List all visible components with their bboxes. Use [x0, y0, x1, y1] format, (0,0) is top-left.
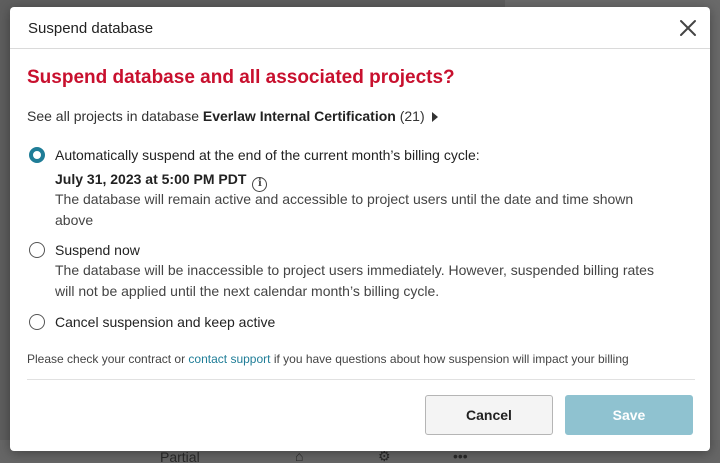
dialog-title: Suspend database: [28, 20, 154, 37]
save-button[interactable]: Save: [565, 395, 693, 435]
radio-auto-suspend[interactable]: [29, 147, 45, 163]
option-keep-active-label[interactable]: Cancel suspension and keep active: [55, 314, 275, 330]
billing-footnote: Please check your contract or contact su…: [27, 352, 629, 366]
footer-divider: [27, 379, 695, 380]
db-line-prefix: See all projects in database: [27, 108, 199, 124]
option-suspend-now-description: The database will be inaccessible to pro…: [55, 262, 654, 299]
project-count: (21): [399, 108, 425, 124]
expand-caret-icon[interactable]: [431, 112, 438, 122]
option-auto-suspend-description: The database will remain active and acce…: [55, 191, 634, 228]
contact-support-link[interactable]: contact support: [188, 352, 270, 366]
cancel-button[interactable]: Cancel: [425, 395, 553, 435]
close-icon[interactable]: [676, 16, 700, 40]
background-row-text: Partial: [160, 449, 200, 463]
radio-keep-active[interactable]: [29, 314, 45, 330]
option-suspend-now-label[interactable]: Suspend now: [55, 242, 140, 258]
database-name: Everlaw Internal Certification: [202, 108, 396, 124]
radio-suspend-now[interactable]: [29, 242, 45, 258]
database-projects-line: See all projects in database Everlaw Int…: [27, 108, 438, 124]
dialog-heading: Suspend database and all associated proj…: [27, 67, 455, 88]
suspend-database-dialog: Suspend database Suspend database and al…: [10, 7, 710, 451]
dialog-header: Suspend database: [10, 7, 710, 49]
option-auto-suspend-label[interactable]: Automatically suspend at the end of the …: [55, 147, 480, 163]
